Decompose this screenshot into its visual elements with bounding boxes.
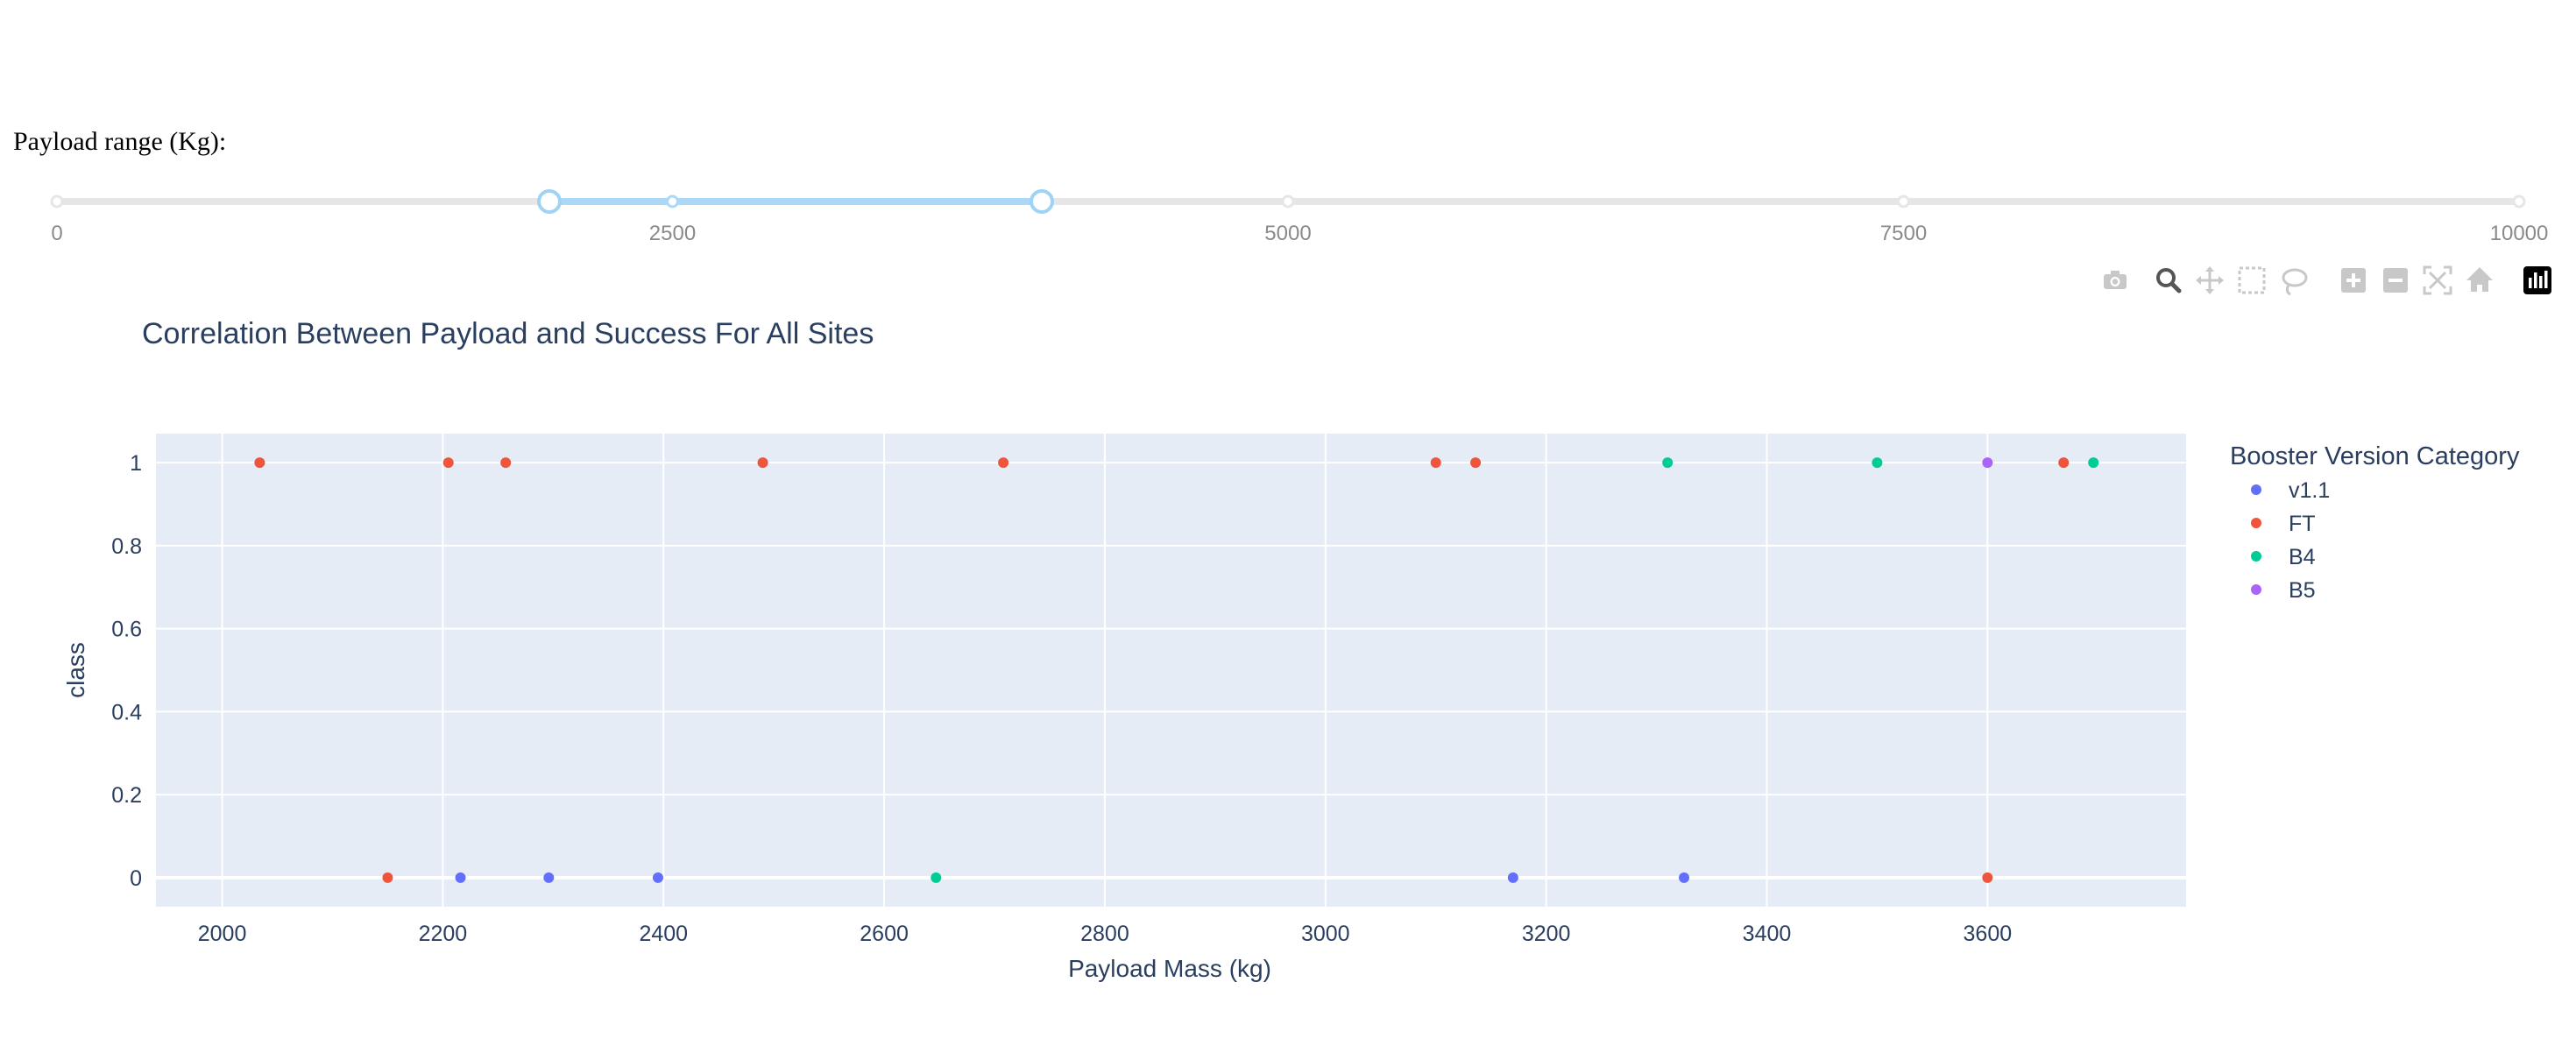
legend: v1.1 FT B4 B5 [2251, 478, 2330, 603]
slider-mark-dot[interactable] [2512, 194, 2526, 208]
slider-mark-label: 2500 [649, 222, 696, 245]
data-point[interactable] [998, 457, 1009, 469]
x-tick-label: 3400 [1743, 922, 1792, 946]
y-tick-label: 0 [130, 866, 142, 891]
y-axis-title: class [62, 642, 89, 698]
plot-area[interactable] [156, 434, 2186, 907]
y-tick-labels: 0 0.2 0.4 0.6 0.8 1 [111, 451, 142, 891]
slider-mark-label: 10000 [2490, 222, 2549, 245]
chart-title: Correlation Between Payload and Success … [142, 317, 874, 350]
data-point[interactable] [543, 872, 555, 883]
x-tick-label: 2600 [860, 922, 909, 946]
data-point[interactable] [254, 457, 265, 469]
zoom-out-icon[interactable] [2383, 268, 2408, 293]
legend-label[interactable]: v1.1 [2289, 478, 2330, 503]
x-tick-label: 2800 [1080, 922, 1129, 946]
data-point[interactable] [1679, 872, 1690, 883]
y-tick-label: 0.6 [111, 618, 142, 642]
legend-label[interactable]: B5 [2289, 578, 2316, 603]
slider-mark-label: 0 [51, 222, 62, 245]
data-point[interactable] [455, 872, 466, 883]
legend-marker[interactable] [2251, 484, 2261, 495]
x-tick-labels: 2000 2200 2400 2600 2800 3000 3200 3400 3600 [198, 922, 2012, 946]
legend-marker[interactable] [2251, 518, 2261, 528]
slider-handle-min[interactable] [537, 189, 562, 214]
legend-title: Booster Version Category [2230, 442, 2520, 470]
slider-mark-label: 7500 [1880, 222, 1927, 245]
plot-modebar [2104, 265, 2551, 296]
lasso-select-icon[interactable] [2282, 268, 2308, 296]
data-point[interactable] [652, 872, 663, 883]
data-point[interactable] [1662, 457, 1674, 469]
data-point[interactable] [382, 872, 393, 883]
zoom-icon[interactable] [2156, 268, 2182, 293]
slider-mark-dot[interactable] [666, 194, 679, 208]
plotly-logo-icon[interactable] [2523, 266, 2551, 294]
data-point[interactable] [757, 457, 768, 469]
data-point[interactable] [1507, 872, 1518, 883]
x-tick-label: 2400 [639, 922, 688, 946]
y-tick-label: 0.8 [111, 534, 142, 559]
slider-mark-dot[interactable] [50, 194, 64, 208]
legend-label[interactable]: B4 [2289, 545, 2316, 569]
x-tick-label: 2200 [419, 922, 468, 946]
x-tick-label: 3600 [1964, 922, 2013, 946]
y-tick-label: 1 [130, 451, 142, 476]
data-point[interactable] [931, 872, 942, 883]
payload-range-slider[interactable]: 0 2500 5000 7500 10000 [0, 175, 2576, 245]
scatter-chart: Correlation Between Payload and Success … [62, 317, 2520, 982]
box-select-icon[interactable] [2238, 266, 2266, 294]
slider-mark-dot[interactable] [1281, 194, 1295, 208]
x-tick-label: 2000 [198, 922, 247, 946]
legend-marker[interactable] [2251, 584, 2261, 595]
data-point[interactable] [1872, 457, 1883, 469]
y-tick-label: 0.2 [111, 783, 142, 808]
data-point[interactable] [2058, 457, 2070, 469]
data-point[interactable] [1982, 872, 1993, 883]
pan-icon[interactable] [2196, 266, 2224, 294]
autoscale-icon[interactable] [2423, 265, 2452, 295]
y-tick-label: 0.4 [111, 700, 142, 724]
x-axis-title: Payload Mass (kg) [1068, 955, 1271, 982]
zoom-in-icon[interactable] [2341, 268, 2366, 293]
data-point[interactable] [500, 457, 512, 469]
camera-icon[interactable] [2104, 271, 2127, 289]
slider-mark-dot[interactable] [1897, 194, 1910, 208]
slider-mark-label: 5000 [1264, 222, 1311, 245]
data-point[interactable] [1982, 457, 1993, 469]
data-point[interactable] [442, 457, 454, 469]
x-tick-label: 3200 [1522, 922, 1571, 946]
slider-handle-max[interactable] [1030, 189, 1054, 214]
legend-label[interactable]: FT [2289, 512, 2316, 536]
payload-range-label: Payload range (Kg): [13, 127, 227, 156]
x-tick-label: 3000 [1301, 922, 1350, 946]
data-point[interactable] [1430, 457, 1441, 469]
reset-axes-icon[interactable] [2466, 267, 2493, 292]
data-point[interactable] [2088, 457, 2099, 469]
legend-marker[interactable] [2251, 551, 2261, 562]
data-point[interactable] [1470, 457, 1482, 469]
